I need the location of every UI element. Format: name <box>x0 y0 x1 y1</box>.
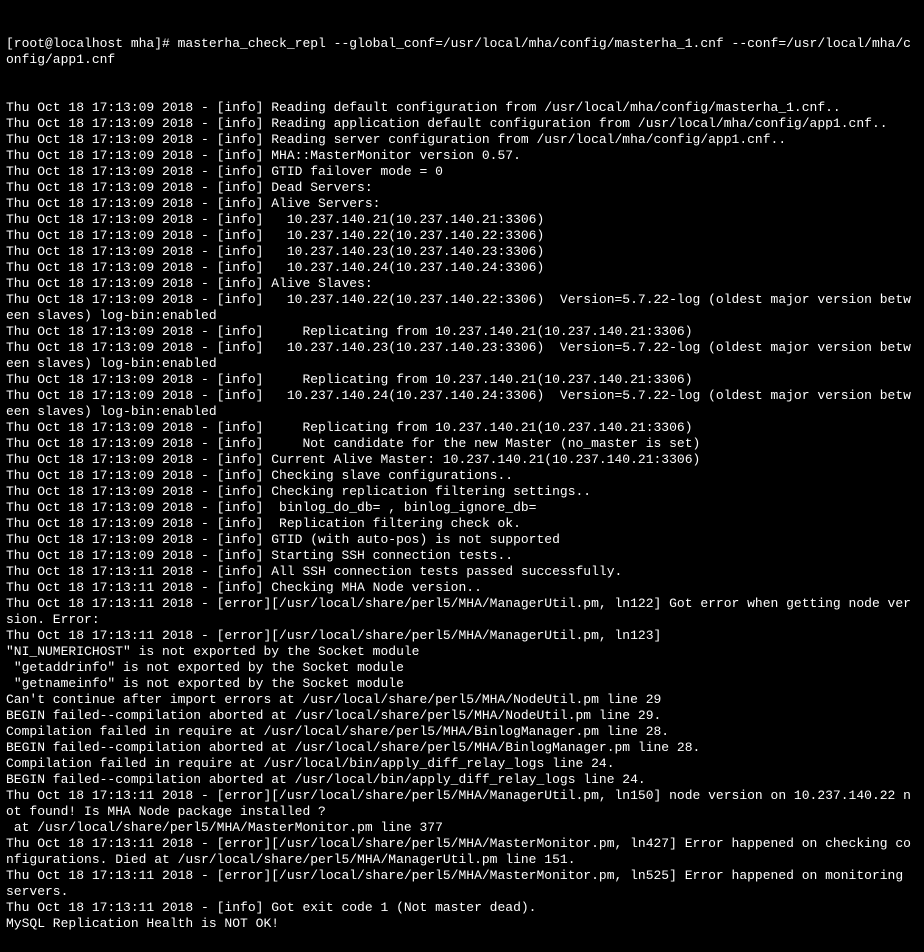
log-line: Thu Oct 18 17:13:11 2018 - [error][/usr/… <box>6 868 918 900</box>
log-line: Thu Oct 18 17:13:09 2018 - [info] GTID (… <box>6 532 918 548</box>
log-line: Thu Oct 18 17:13:09 2018 - [info] 10.237… <box>6 260 918 276</box>
log-line: Thu Oct 18 17:13:09 2018 - [info] Replic… <box>6 324 918 340</box>
log-line: BEGIN failed--compilation aborted at /us… <box>6 708 918 724</box>
log-line: "NI_NUMERICHOST" is not exported by the … <box>6 644 918 660</box>
log-line: Thu Oct 18 17:13:11 2018 - [error][/usr/… <box>6 628 918 644</box>
log-line: Thu Oct 18 17:13:09 2018 - [info] Checki… <box>6 484 918 500</box>
log-line: Can't continue after import errors at /u… <box>6 692 918 708</box>
log-line: Thu Oct 18 17:13:09 2018 - [info] Readin… <box>6 100 918 116</box>
log-line: Thu Oct 18 17:13:09 2018 - [info] Readin… <box>6 132 918 148</box>
log-line: at /usr/local/share/perl5/MHA/MasterMoni… <box>6 820 918 836</box>
log-line: Thu Oct 18 17:13:09 2018 - [info] 10.237… <box>6 388 918 420</box>
log-line: Thu Oct 18 17:13:09 2018 - [info] MHA::M… <box>6 148 918 164</box>
log-line: BEGIN failed--compilation aborted at /us… <box>6 740 918 756</box>
log-line: Thu Oct 18 17:13:11 2018 - [error][/usr/… <box>6 836 918 868</box>
log-line: Thu Oct 18 17:13:09 2018 - [info] Not ca… <box>6 436 918 452</box>
log-line: Thu Oct 18 17:13:11 2018 - [error][/usr/… <box>6 596 918 628</box>
log-line: Thu Oct 18 17:13:11 2018 - [info] Got ex… <box>6 900 918 916</box>
log-line: Thu Oct 18 17:13:09 2018 - [info] 10.237… <box>6 340 918 372</box>
log-line: Thu Oct 18 17:13:09 2018 - [info] GTID f… <box>6 164 918 180</box>
log-line: Thu Oct 18 17:13:11 2018 - [error][/usr/… <box>6 788 918 820</box>
log-line: Thu Oct 18 17:13:09 2018 - [info] Dead S… <box>6 180 918 196</box>
log-line: Thu Oct 18 17:13:09 2018 - [info] Starti… <box>6 548 918 564</box>
log-line: Thu Oct 18 17:13:09 2018 - [info] Readin… <box>6 116 918 132</box>
log-line: Thu Oct 18 17:13:09 2018 - [info] 10.237… <box>6 228 918 244</box>
log-line: "getaddrinfo" is not exported by the Soc… <box>6 660 918 676</box>
log-line: Thu Oct 18 17:13:09 2018 - [info] Replic… <box>6 516 918 532</box>
log-line: Thu Oct 18 17:13:09 2018 - [info] Replic… <box>6 372 918 388</box>
log-line: Thu Oct 18 17:13:09 2018 - [info] Replic… <box>6 420 918 436</box>
log-line: MySQL Replication Health is NOT OK! <box>6 916 918 932</box>
log-line: Thu Oct 18 17:13:09 2018 - [info] 10.237… <box>6 212 918 228</box>
log-line: Thu Oct 18 17:13:09 2018 - [info] binlog… <box>6 500 918 516</box>
log-line: Thu Oct 18 17:13:09 2018 - [info] Alive … <box>6 196 918 212</box>
terminal-output[interactable]: [root@localhost mha]# masterha_check_rep… <box>0 0 924 952</box>
log-line: Thu Oct 18 17:13:11 2018 - [info] Checki… <box>6 580 918 596</box>
log-line: "getnameinfo" is not exported by the Soc… <box>6 676 918 692</box>
log-line: Compilation failed in require at /usr/lo… <box>6 756 918 772</box>
log-line: Thu Oct 18 17:13:09 2018 - [info] 10.237… <box>6 244 918 260</box>
log-lines: Thu Oct 18 17:13:09 2018 - [info] Readin… <box>6 100 918 932</box>
log-line: Thu Oct 18 17:13:09 2018 - [info] 10.237… <box>6 292 918 324</box>
log-line: Thu Oct 18 17:13:11 2018 - [info] All SS… <box>6 564 918 580</box>
log-line: Thu Oct 18 17:13:09 2018 - [info] Checki… <box>6 468 918 484</box>
log-line: Thu Oct 18 17:13:09 2018 - [info] Alive … <box>6 276 918 292</box>
prompt-line: [root@localhost mha]# masterha_check_rep… <box>6 36 918 68</box>
log-line: Thu Oct 18 17:13:09 2018 - [info] Curren… <box>6 452 918 468</box>
log-line: BEGIN failed--compilation aborted at /us… <box>6 772 918 788</box>
log-line: Compilation failed in require at /usr/lo… <box>6 724 918 740</box>
